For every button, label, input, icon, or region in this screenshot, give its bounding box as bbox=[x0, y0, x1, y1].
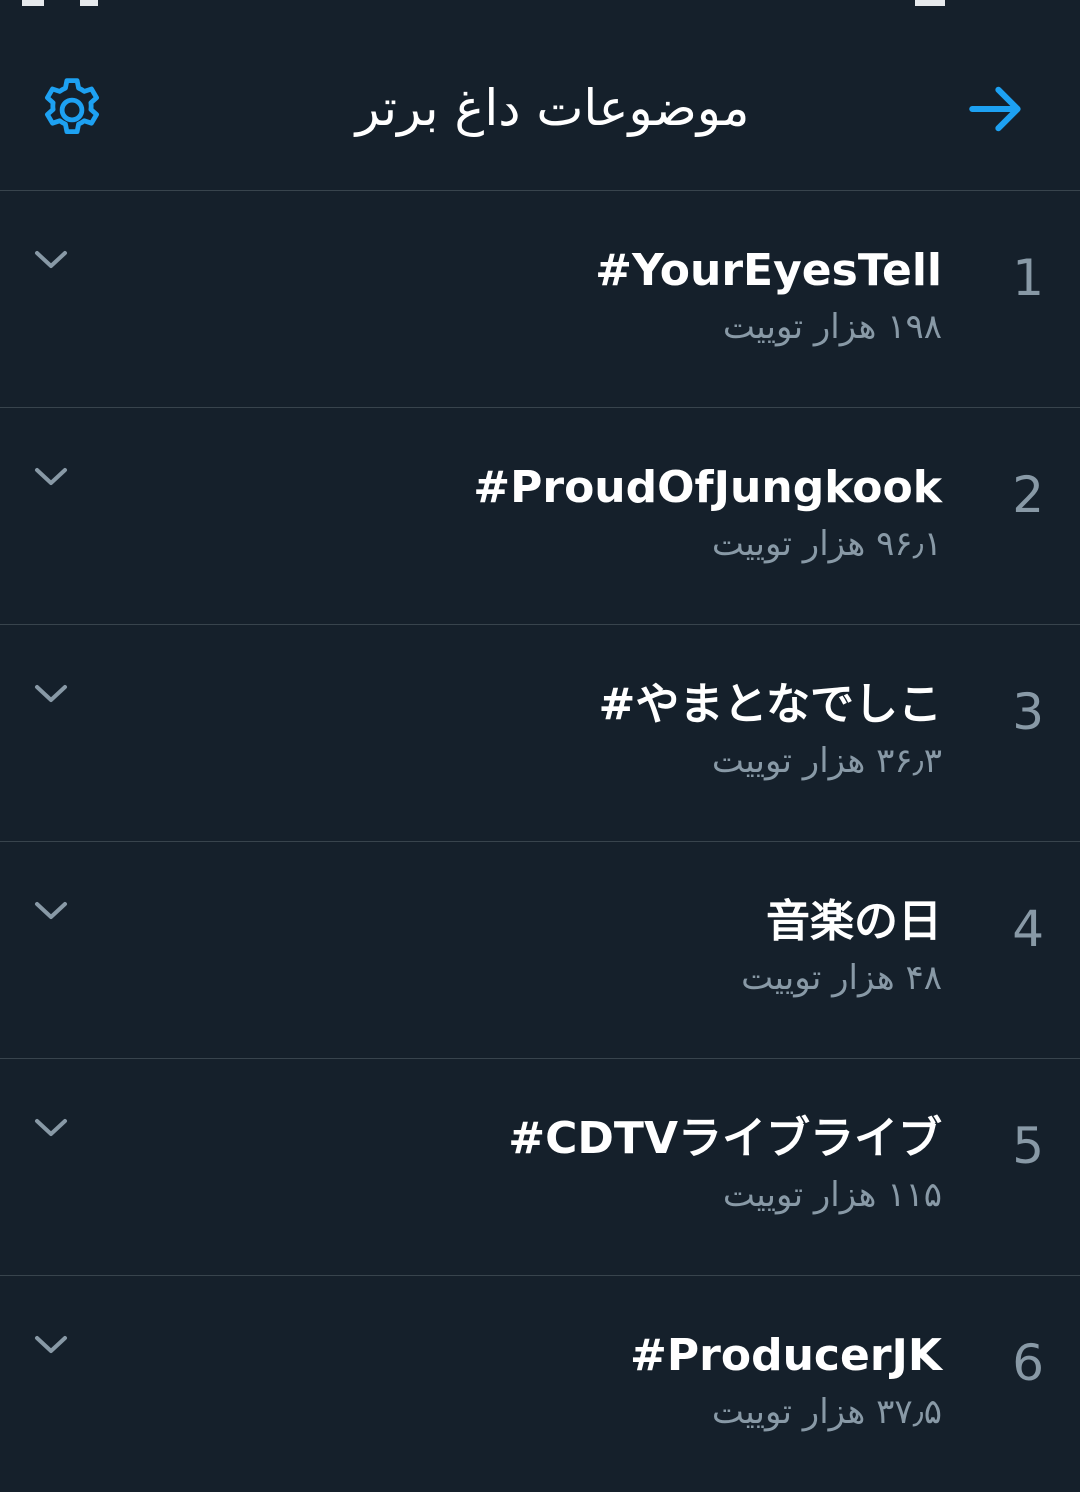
trends-list: #YourEyesTell ۱۹۸ هزار توییت 1 #ProudOfJ… bbox=[0, 191, 1080, 1492]
status-icon bbox=[915, 0, 945, 6]
trend-name: #CDTVライブライブ bbox=[508, 1113, 942, 1164]
trend-name: 音楽の日 bbox=[766, 896, 942, 947]
trend-rank: 4 bbox=[1012, 900, 1044, 958]
trend-tweet-count: ۳۷٫۵ هزار توییت bbox=[711, 1392, 942, 1432]
trend-name: #YourEyesTell bbox=[595, 245, 942, 296]
chevron-down-icon[interactable] bbox=[32, 898, 70, 924]
trend-rank: 3 bbox=[1012, 683, 1044, 741]
arrow-right-icon[interactable] bbox=[964, 76, 1030, 142]
chevron-down-icon[interactable] bbox=[32, 1115, 70, 1141]
trend-row[interactable]: #YourEyesTell ۱۹۸ هزار توییت 1 bbox=[0, 191, 1080, 408]
trend-tweet-count: ۳۶٫۳ هزار توییت bbox=[711, 741, 942, 781]
chevron-down-icon[interactable] bbox=[32, 247, 70, 273]
trend-rank: 2 bbox=[1012, 466, 1044, 524]
status-bar bbox=[0, 0, 1080, 22]
trend-rank: 1 bbox=[1012, 249, 1044, 307]
trend-tweet-count: ۹۶٫۱ هزار توییت bbox=[711, 524, 942, 564]
trend-name: #ProudOfJungkook bbox=[473, 462, 942, 513]
trend-tweet-count: ۱۱۵ هزار توییت bbox=[722, 1175, 942, 1215]
page-title: موضوعات داغ برتر bbox=[355, 79, 750, 137]
trend-rank: 5 bbox=[1012, 1117, 1044, 1175]
trend-tweet-count: ۴۸ هزار توییت bbox=[741, 958, 942, 998]
trend-row[interactable]: #ProudOfJungkook ۹۶٫۱ هزار توییت 2 bbox=[0, 408, 1080, 625]
trend-row[interactable]: #CDTVライブライブ ۱۱۵ هزار توییت 5 bbox=[0, 1059, 1080, 1276]
trend-rank: 6 bbox=[1012, 1334, 1044, 1392]
chevron-down-icon[interactable] bbox=[32, 1332, 70, 1358]
trend-row[interactable]: 音楽の日 ۴۸ هزار توییت 4 bbox=[0, 842, 1080, 1059]
trend-row[interactable]: #ProducerJK ۳۷٫۵ هزار توییت 6 bbox=[0, 1276, 1080, 1492]
chevron-down-icon[interactable] bbox=[32, 681, 70, 707]
chevron-down-icon[interactable] bbox=[32, 464, 70, 490]
status-icon bbox=[22, 0, 44, 6]
trend-name: #ProducerJK bbox=[630, 1330, 942, 1381]
app-header: موضوعات داغ برتر bbox=[0, 22, 1080, 191]
trend-tweet-count: ۱۹۸ هزار توییت bbox=[722, 307, 942, 347]
trend-row[interactable]: #やまとなでしこ ۳۶٫۳ هزار توییت 3 bbox=[0, 625, 1080, 842]
trend-name: #やまとなでしこ bbox=[598, 679, 942, 730]
status-icon bbox=[80, 0, 98, 6]
